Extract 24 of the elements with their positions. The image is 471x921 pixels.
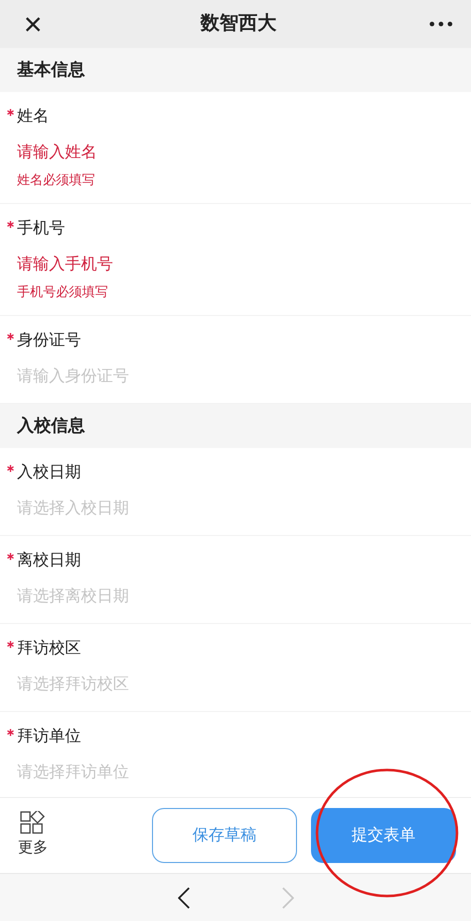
more-icon[interactable] bbox=[429, 21, 453, 27]
input-field[interactable]: 请输入姓名 bbox=[17, 141, 437, 165]
field-label: 拜访校区 bbox=[17, 638, 81, 659]
section-title: 基本信息 bbox=[17, 59, 85, 82]
input-field[interactable]: 请选择入校日期 bbox=[17, 497, 437, 521]
close-button[interactable]: × bbox=[18, 8, 48, 40]
field-label: 姓名 bbox=[17, 107, 49, 127]
more-button[interactable]: 更多 bbox=[18, 811, 48, 860]
input-field[interactable]: 请选择拜访单位 bbox=[17, 761, 437, 785]
error-message: 手机号必须填写 bbox=[17, 283, 109, 301]
field-label: 身份证号 bbox=[17, 331, 81, 351]
input-field[interactable]: 请选择离校日期 bbox=[17, 585, 437, 609]
page-title: 数智西大 bbox=[200, 12, 276, 36]
field-label: 离校日期 bbox=[17, 550, 81, 571]
apps-icon bbox=[20, 811, 46, 836]
back-icon[interactable] bbox=[178, 886, 190, 908]
section-title: 入校信息 bbox=[17, 415, 85, 438]
input-field[interactable]: 请选择拜访校区 bbox=[17, 673, 437, 697]
error-message: 姓名必须填写 bbox=[17, 171, 96, 189]
field-label: 入校日期 bbox=[17, 462, 81, 483]
field-label: 拜访单位 bbox=[17, 726, 81, 747]
input-field[interactable]: 请输入手机号 bbox=[17, 253, 437, 277]
field-label: 手机号 bbox=[17, 218, 65, 239]
input-field[interactable]: 请输入身份证号 bbox=[17, 365, 437, 389]
